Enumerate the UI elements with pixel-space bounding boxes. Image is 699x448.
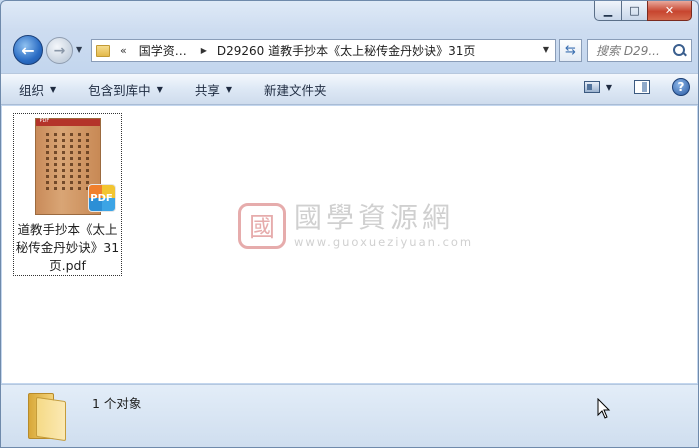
pdf-file-icon: PDF — [87, 184, 116, 212]
details-pane: 1 个对象 — [1, 384, 698, 447]
manuscript-text-lines — [45, 133, 90, 193]
item-count-label: 1 个对象 — [92, 396, 142, 411]
forward-button[interactable]: → — [46, 37, 73, 64]
close-button[interactable]: ✕ — [647, 1, 692, 21]
folder-front-shape — [36, 396, 66, 442]
breadcrumb-overflow-button[interactable]: « — [120, 44, 127, 57]
back-button[interactable]: ← — [13, 35, 43, 65]
help-icon[interactable]: ? — [672, 78, 690, 96]
address-bar[interactable]: « 国学资… ▶ D29260 道教手抄本《太上秘传金丹妙诀》31页 ▼ — [91, 39, 556, 62]
back-arrow-icon: ← — [21, 40, 35, 60]
thumbnail-banner: PDF — [35, 118, 100, 126]
navigation-bar: ← → ▼ « 国学资… ▶ D29260 道教手抄本《太上秘传金丹妙诀》31页… — [9, 35, 692, 65]
include-in-library-menu[interactable]: 包含到库中 ▼ — [88, 80, 163, 99]
watermark: 國 國學資源網 www.guoxueziyuan.com — [238, 202, 473, 249]
organize-menu[interactable]: 组织 ▼ — [19, 80, 56, 99]
maximize-button[interactable]: □ — [621, 1, 647, 21]
file-item-pdf[interactable]: PDF PDF 道教手抄本《太上秘传金丹妙诀》31页.pdf — [13, 113, 122, 276]
preview-pane-icon[interactable] — [634, 80, 650, 94]
chevron-down-icon: ▼ — [225, 84, 233, 94]
manuscript-column — [61, 133, 65, 193]
caption-buttons: ▁ □ ✕ — [594, 1, 692, 21]
folder-icon — [28, 393, 66, 442]
mouse-cursor-icon — [597, 398, 611, 419]
refresh-icon: ⇆ — [565, 43, 576, 58]
file-list-pane[interactable]: PDF PDF 道教手抄本《太上秘传金丹妙诀》31页.pdf 國 國學資源網 w… — [2, 106, 697, 383]
search-box[interactable]: 搜索 D29... — [587, 39, 692, 62]
toolbar-right-group: ▼ ? — [583, 78, 690, 96]
minimize-button[interactable]: ▁ — [594, 1, 621, 21]
pdf-thumbnail: PDF PDF — [34, 118, 116, 215]
command-toolbar: 组织 ▼ 包含到库中 ▼ 共享 ▼ 新建文件夹 ▼ ? — [1, 73, 698, 105]
address-dropdown-icon[interactable]: ▼ — [543, 45, 549, 54]
watermark-url: www.guoxueziyuan.com — [294, 235, 474, 249]
breadcrumb-separator-icon[interactable]: ▶ — [201, 46, 207, 55]
share-menu[interactable]: 共享 ▼ — [195, 80, 232, 99]
view-options-dropdown[interactable]: ▼ — [606, 83, 612, 92]
include-in-library-label: 包含到库中 — [88, 82, 151, 98]
manuscript-column — [53, 133, 57, 193]
manuscript-column — [78, 133, 82, 193]
share-label: 共享 — [194, 82, 220, 98]
breadcrumb-item-guoxue[interactable]: 国学资… — [139, 42, 187, 59]
breadcrumb-item-current[interactable]: D29260 道教手抄本《太上秘传金丹妙诀》31页 — [217, 42, 476, 59]
new-folder-label: 新建文件夹 — [264, 82, 327, 98]
forward-arrow-icon: → — [53, 42, 66, 59]
chevron-down-icon: ▼ — [50, 84, 57, 94]
manuscript-column — [45, 133, 49, 193]
explorer-window: ▁ □ ✕ ← → ▼ « 国学资… ▶ D29260 道教手抄本《太上秘传金丹… — [0, 0, 699, 448]
manuscript-column — [70, 133, 74, 193]
watermark-text: 國學資源網 www.guoxueziyuan.com — [294, 201, 474, 250]
search-icon[interactable] — [672, 43, 688, 59]
thumbnail-banner-label: PDF — [39, 118, 50, 124]
new-folder-button[interactable]: 新建文件夹 — [264, 80, 327, 99]
seal-glyph: 國 — [248, 213, 275, 243]
organize-label: 组织 — [19, 82, 45, 98]
refresh-button[interactable]: ⇆ — [559, 39, 582, 62]
watermark-title: 國學資源網 — [294, 201, 455, 234]
change-view-icon[interactable] — [583, 81, 600, 93]
recent-pages-dropdown[interactable]: ▼ — [76, 45, 82, 54]
chevron-down-icon: ▼ — [156, 84, 163, 94]
search-input[interactable]: 搜索 D29... — [596, 42, 672, 59]
folder-icon — [96, 44, 110, 57]
file-name-label: 道教手抄本《太上秘传金丹妙诀》31页.pdf — [15, 222, 120, 273]
pdf-badge-label: PDF — [90, 192, 113, 204]
seal-logo-icon: 國 — [238, 202, 286, 249]
